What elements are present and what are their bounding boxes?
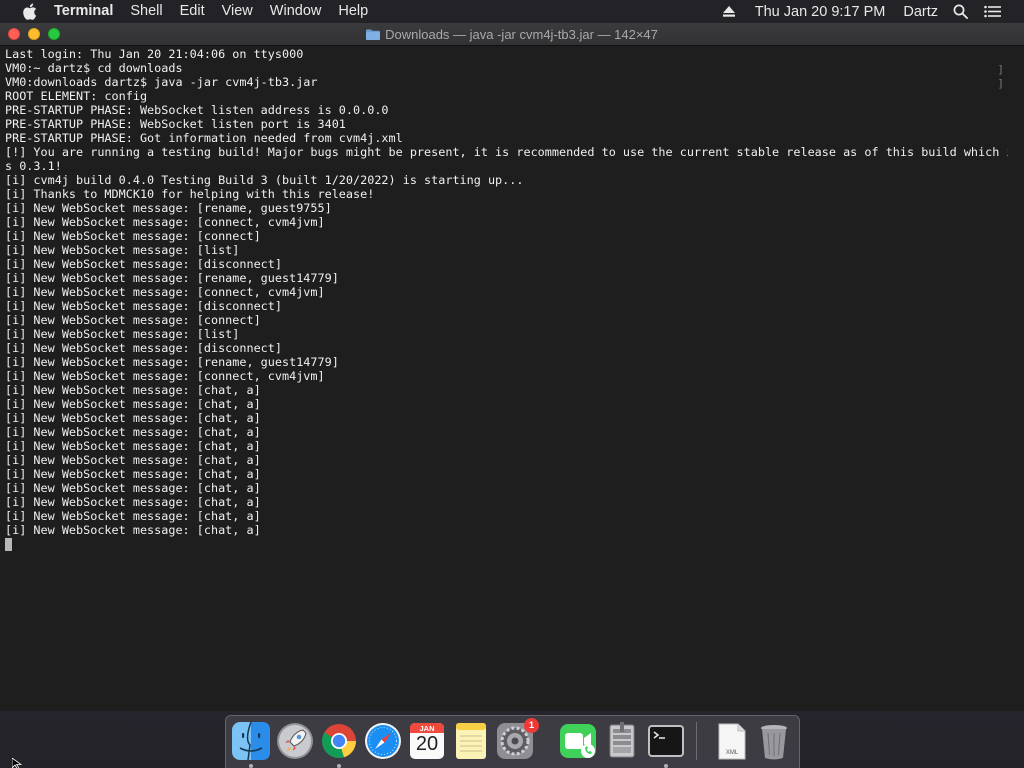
zoom-window-button[interactable] — [48, 28, 60, 40]
chrome-icon[interactable] — [319, 721, 359, 761]
facetime-icon[interactable] — [558, 721, 598, 761]
terminal-line: [i] New WebSocket message: [disconnect] — [5, 257, 282, 271]
terminal-line: [i] New WebSocket message: [rename, gues… — [5, 355, 339, 369]
terminal-line: [i] New WebSocket message: [disconnect] — [5, 299, 282, 313]
control-center-icon[interactable] — [984, 0, 1001, 23]
finder-icon[interactable] — [231, 721, 271, 761]
terminal-line: [i] New WebSocket message: [connect, cvm… — [5, 285, 325, 299]
menu-bar: Terminal Shell Edit View Window Help Thu… — [0, 0, 1024, 23]
running-indicator — [249, 764, 253, 768]
menu-bar-clock[interactable]: Thu Jan 20 9:17 PM — [755, 4, 886, 20]
mouse-pointer-icon — [12, 758, 22, 768]
terminal-output[interactable]: Last login: Thu Jan 20 21:04:06 on ttys0… — [0, 46, 1008, 711]
calendar-icon[interactable]: JAN 20 — [407, 721, 447, 761]
terminal-line: [i] New WebSocket message: [connect, cvm… — [5, 215, 325, 229]
terminal-prompt-line[interactable] — [5, 537, 1008, 551]
calendar-month: JAN — [419, 724, 435, 733]
terminal-line: [i] New WebSocket message: [chat, a] — [5, 439, 261, 453]
notification-badge: 1 — [524, 718, 539, 733]
menu-window[interactable]: Window — [270, 0, 322, 23]
terminal-line: [i] New WebSocket message: [list] — [5, 243, 240, 257]
menu-view[interactable]: View — [222, 0, 253, 23]
dock: JAN 20 1 XML — [225, 715, 800, 768]
terminal-line: [i] New WebSocket message: [list] — [5, 327, 240, 341]
xml-file-icon[interactable]: XML — [712, 721, 752, 761]
svg-text:XML: XML — [726, 750, 739, 756]
terminal-line: PRE-STARTUP PHASE: WebSocket listen port… — [5, 117, 346, 131]
terminal-line: [i] New WebSocket message: [rename, gues… — [5, 271, 339, 285]
terminal-line: [i] New WebSocket message: [chat, a] — [5, 467, 261, 481]
terminal-icon[interactable] — [646, 721, 686, 761]
text-cursor — [5, 538, 12, 551]
minimize-window-button[interactable] — [28, 28, 40, 40]
close-window-button[interactable] — [8, 28, 20, 40]
terminal-scrollbar[interactable] — [1008, 46, 1024, 711]
running-indicator — [664, 764, 668, 768]
menu-app-terminal[interactable]: Terminal — [54, 0, 113, 23]
eject-icon[interactable] — [722, 0, 735, 23]
terminal-line: [!] You are running a testing build! Maj… — [5, 145, 1008, 159]
terminal-line: PRE-STARTUP PHASE: Got information neede… — [5, 131, 403, 145]
window-title: Downloads — java -jar cvm4j-tb3.jar — 14… — [385, 26, 658, 42]
terminal-line: [i] New WebSocket message: [chat, a] — [5, 523, 261, 537]
terminal-line: [i] Thanks to MDMCK10 for helping with t… — [5, 187, 375, 201]
terminal-line: [i] New WebSocket message: [chat, a] — [5, 453, 261, 467]
trash-icon[interactable] — [754, 721, 794, 761]
terminal-line: ROOT ELEMENT: config — [5, 89, 148, 103]
terminal-line: [i] New WebSocket message: [chat, a] — [5, 383, 261, 397]
terminal-line: [i] cvm4j build 0.4.0 Testing Build 3 (b… — [5, 173, 524, 187]
terminal-line: [i] New WebSocket message: [chat, a] — [5, 411, 261, 425]
system-preferences-icon[interactable]: 1 — [495, 718, 539, 761]
terminal-line: [i] New WebSocket message: [connect] — [5, 229, 261, 243]
folder-icon — [366, 29, 381, 40]
menu-edit[interactable]: Edit — [180, 0, 205, 23]
terminal-line: [i] New WebSocket message: [disconnect] — [5, 341, 282, 355]
terminal-line: s 0.3.1! — [5, 159, 62, 173]
spotlight-search-icon[interactable] — [953, 0, 968, 23]
safari-icon[interactable] — [363, 721, 403, 761]
disk-utility-icon[interactable] — [602, 721, 642, 761]
terminal-line: VM0:downloads dartz$ java -jar cvm4j-tb3… — [5, 75, 318, 89]
menu-bar-status-area: Thu Jan 20 9:17 PM Dartz — [722, 0, 1024, 23]
terminal-window: Downloads — java -jar cvm4j-tb3.jar — 14… — [0, 23, 1024, 711]
menu-help[interactable]: Help — [338, 0, 368, 23]
dock-separator — [696, 722, 697, 760]
window-title-bar[interactable]: Downloads — java -jar cvm4j-tb3.jar — 14… — [0, 23, 1024, 46]
terminal-line: [i] New WebSocket message: [chat, a] — [5, 481, 261, 495]
terminal-line: [i] New WebSocket message: [chat, a] — [5, 425, 261, 439]
line-marker: ] — [997, 63, 1004, 76]
menu-shell[interactable]: Shell — [130, 0, 162, 23]
terminal-line: [i] New WebSocket message: [rename, gues… — [5, 201, 332, 215]
notes-icon[interactable] — [451, 721, 491, 761]
terminal-line: [i] New WebSocket message: [chat, a] — [5, 397, 261, 411]
running-indicator — [337, 764, 341, 768]
terminal-line: [i] New WebSocket message: [connect] — [5, 313, 261, 327]
terminal-line: VM0:~ dartz$ cd downloads — [5, 61, 183, 75]
terminal-line: [i] New WebSocket message: [chat, a] — [5, 495, 261, 509]
calendar-day: 20 — [415, 733, 439, 755]
menu-bar-user[interactable]: Dartz — [903, 4, 938, 20]
terminal-line: [i] New WebSocket message: [connect, cvm… — [5, 369, 325, 383]
terminal-lines: Last login: Thu Jan 20 21:04:06 on ttys0… — [5, 47, 1008, 537]
line-marker: ] — [997, 77, 1004, 90]
terminal-line: PRE-STARTUP PHASE: WebSocket listen addr… — [5, 103, 389, 117]
desktop: Terminal Shell Edit View Window Help Thu… — [0, 0, 1024, 768]
terminal-line: [i] New WebSocket message: [chat, a] — [5, 509, 261, 523]
apple-logo-icon[interactable] — [20, 0, 38, 23]
terminal-line: Last login: Thu Jan 20 21:04:06 on ttys0… — [5, 47, 304, 61]
launchpad-icon[interactable] — [275, 721, 315, 761]
